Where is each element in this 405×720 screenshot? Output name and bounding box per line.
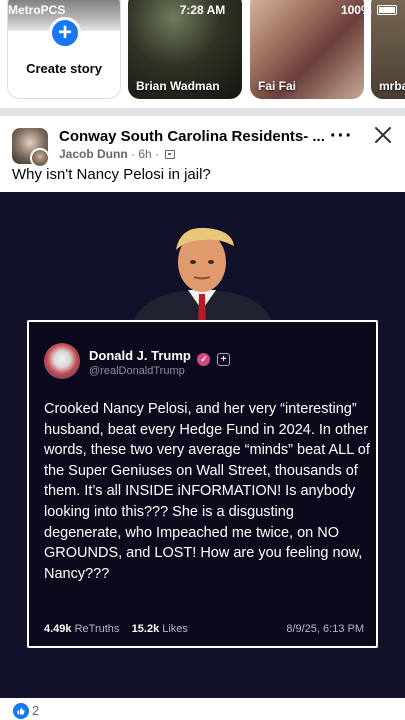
post-header: Conway South Carolina Residents- ... Jac…	[0, 116, 405, 192]
close-icon[interactable]	[372, 124, 394, 146]
meta-separator: ·	[155, 147, 160, 161]
tweet-body: Crooked Nancy Pelosi, and her very “inte…	[44, 401, 370, 582]
like-icon	[13, 703, 29, 719]
tweet-author: Donald J. Trump ✓ +	[89, 348, 231, 366]
retruths-count: 4.49k	[44, 623, 72, 635]
quoted-post-card: Donald J. Trump ✓ + @realDonaldTrump Cro…	[27, 320, 378, 648]
privacy-icon	[165, 150, 176, 159]
tweet-handle: @realDonaldTrump	[89, 365, 185, 377]
likes-count: 15.2k	[131, 623, 160, 635]
group-name[interactable]: Conway South Carolina Residents- ...	[59, 128, 325, 145]
status-right: 100%	[341, 3, 397, 17]
plus-icon: +	[217, 353, 231, 366]
reactions-bar[interactable]: 2	[0, 698, 405, 720]
battery-icon	[377, 5, 397, 15]
verified-icon: ✓	[197, 353, 211, 366]
battery-percent: 100%	[340, 3, 372, 17]
post-text: Why isn't Nancy Pelosi in jail?	[12, 166, 211, 183]
author-avatar[interactable]	[30, 148, 50, 168]
meta-separator: ·	[131, 147, 136, 161]
story-name: mrba	[379, 79, 405, 93]
reaction-count: 2	[32, 703, 40, 718]
portrait-image	[130, 227, 275, 330]
story-name: Fai Fai	[258, 79, 297, 93]
create-story-label: Create story	[26, 61, 102, 76]
tweet-avatar	[44, 343, 80, 379]
story-name: Brian Wadman	[136, 79, 220, 93]
plus-icon: +	[49, 17, 81, 49]
tweet-date: 8/9/25, 6:13 PM	[286, 623, 364, 635]
status-bar: MetroPCS 7:28 AM 100%	[0, 0, 405, 20]
post-meta: Jacob Dunn · 6h ·	[59, 147, 176, 161]
post-image[interactable]: Donald J. Trump ✓ + @realDonaldTrump Cro…	[0, 192, 405, 698]
author-name[interactable]: Jacob Dunn	[59, 147, 128, 161]
retruths-label: ReTruths	[74, 623, 120, 635]
post-time[interactable]: 6h	[138, 147, 151, 161]
tweet-author-name: Donald J. Trump	[89, 348, 191, 363]
section-divider	[0, 108, 405, 116]
more-icon[interactable]: ···	[330, 126, 353, 146]
likes-label: Likes	[162, 623, 188, 635]
tweet-stats: 4.49k ReTruths 15.2k Likes 8/9/25, 6:13 …	[44, 623, 364, 635]
